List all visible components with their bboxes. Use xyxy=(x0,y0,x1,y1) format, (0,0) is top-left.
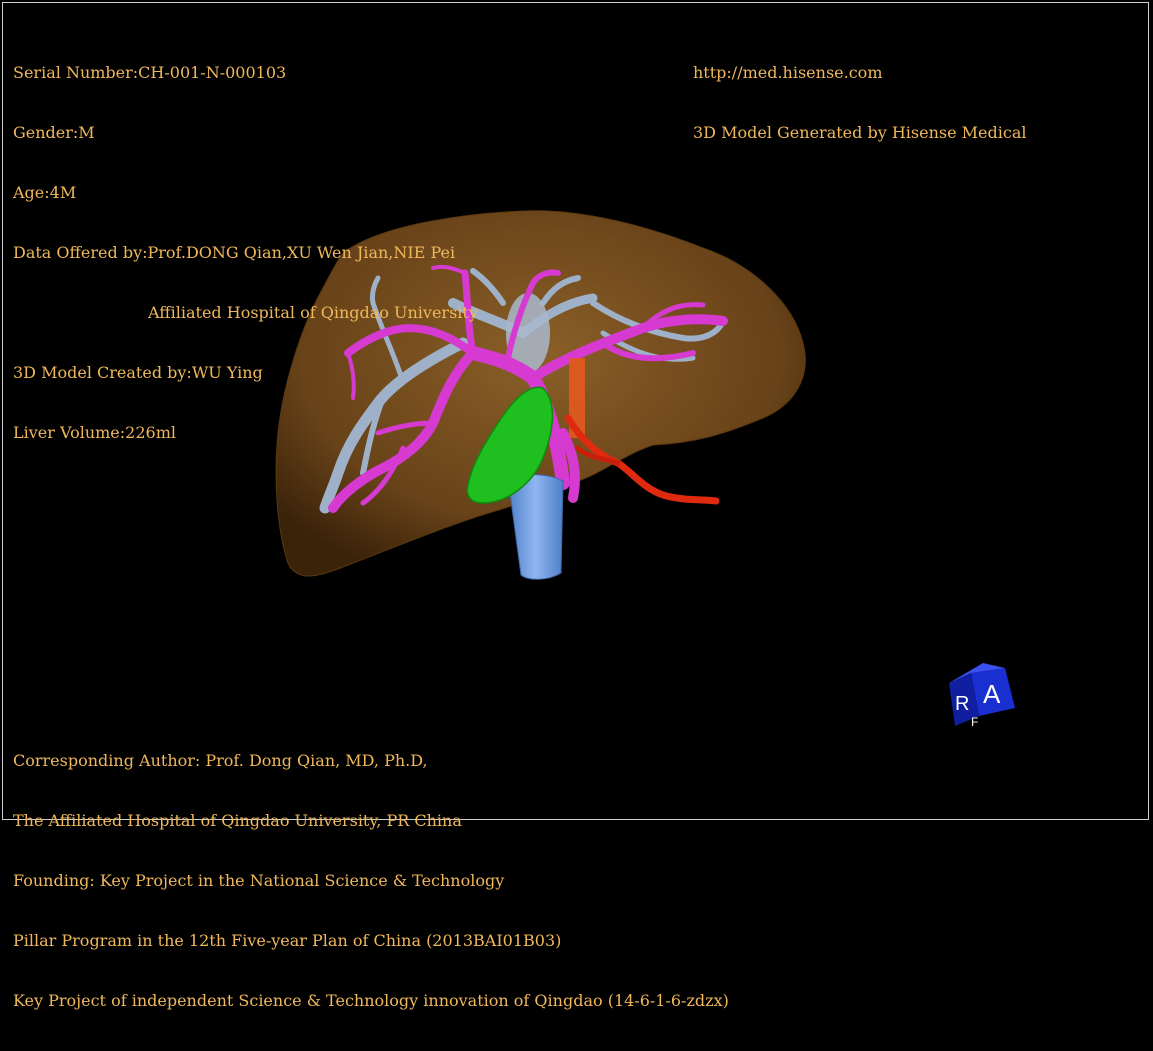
cube-label-a: A xyxy=(983,679,1001,709)
viewport-frame[interactable]: A R F Serial Number:CH-001-N-000103 Gend… xyxy=(2,2,1149,1010)
footer-credits: Corresponding Author: Prof. Dong Qian, M… xyxy=(13,711,729,1051)
generator-credit: 3D Model Generated by Hisense Medical xyxy=(693,123,1027,142)
model-created-by: 3D Model Created by:WU Ying xyxy=(13,363,263,382)
gender: Gender:M xyxy=(13,123,95,142)
cube-label-f: F xyxy=(971,715,978,729)
orientation-cube[interactable]: A R F xyxy=(943,658,1023,733)
footer-line-3: Founding: Key Project in the National Sc… xyxy=(13,871,505,890)
footer-line-4: Pillar Program in the 12th Five-year Pla… xyxy=(13,931,562,950)
source-info: http://med.hisense.com 3D Model Generate… xyxy=(693,23,1026,183)
source-url: http://med.hisense.com xyxy=(693,63,883,82)
cube-label-r: R xyxy=(955,693,969,715)
footer-line-1: Corresponding Author: Prof. Dong Qian, M… xyxy=(13,751,428,770)
footer-line-2: The Affiliated Hospital of Qingdao Unive… xyxy=(13,811,462,830)
patient-info: Serial Number:CH-001-N-000103 Gender:M A… xyxy=(13,23,478,483)
hospital-name: Affiliated Hospital of Qingdao Universit… xyxy=(148,303,478,322)
footer-line-5: Key Project of independent Science & Tec… xyxy=(13,991,729,1010)
liver-volume: Liver Volume:226ml xyxy=(13,423,176,442)
age: Age:4M xyxy=(13,183,77,202)
serial-number: Serial Number:CH-001-N-000103 xyxy=(13,63,287,82)
data-offered-by: Data Offered by:Prof.DONG Qian,XU Wen Ji… xyxy=(13,243,456,262)
